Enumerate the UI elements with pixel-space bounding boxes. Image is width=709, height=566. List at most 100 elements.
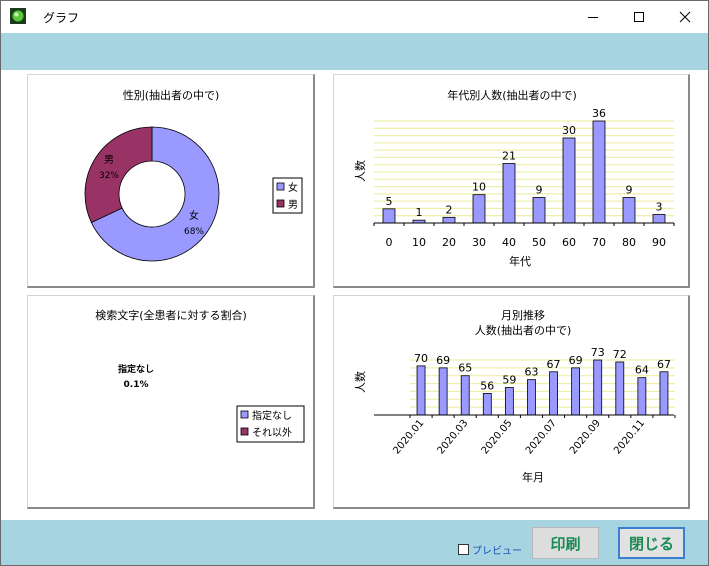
bar-2020.07 [549,371,558,416]
bar-2020.05 [504,387,514,416]
male-label: 男 [104,154,114,166]
preview-checkbox[interactable] [458,544,469,555]
bar-2020.12 [659,371,669,416]
female-pct: 68% [184,227,204,237]
bar-value-label: 5 [386,195,393,208]
bar-2020.10 [615,361,625,416]
x-tick-label: 70 [592,236,606,249]
monthly-title-line1: 月別推移 [501,308,545,322]
bar-value-label: 9 [626,184,633,197]
bar-value-label: 30 [562,124,576,137]
legend-swatch-male [276,199,285,208]
bar-2020.02 [438,367,448,416]
monthly-tick-label: 2020.11 [612,418,647,457]
minimize-button[interactable] [570,1,616,33]
x-tick-label: 50 [532,236,546,249]
age-chart-panel: 年代別人数(抽出者の中で) 5 0 1 10 2 20 10 30 21 40 9 50 30 60 36 7… [333,74,690,288]
x-tick-label: 0 [386,236,393,249]
gender-donut [84,126,220,262]
monthly-chart-panel: 月別推移 人数(抽出者の中で) 70 69 65 56 59 63 67 69 73 72 64 67… [333,295,690,509]
monthly-tick-label: 2020.07 [524,418,559,457]
search-label-pct: 0.1% [124,380,149,390]
close-button[interactable]: 閉じる [618,527,685,559]
gender-chart-panel: 性別(抽出者の中で) 男 32% 女 68% 女 男 [27,74,315,288]
monthly-tick-label: 2020.03 [435,418,470,457]
window-title: グラフ [43,11,80,25]
app-icon [10,8,26,24]
gender-legend: 女 男 [272,177,303,214]
x-tick-label: 40 [502,236,516,249]
close-window-button[interactable] [662,1,708,33]
search-chart: 検索文字(全患者に対する割合) 指定なし 0.1% 指定なし それ以外 [95,308,305,443]
bar-0 [382,208,396,224]
gender-chart-title: 性別(抽出者の中で) [123,88,220,102]
gender-chart: 性別(抽出者の中で) 男 32% 女 68% 女 男 [84,88,303,262]
bar-20 [442,216,456,224]
bar-value-label: 36 [592,107,606,120]
legend-swatch-other [240,427,249,436]
bar-80 [622,197,636,224]
top-band [1,33,708,70]
monthly-chart: 月別推移 人数(抽出者の中で) 70 69 65 56 59 63 67 69 73 72 64 67… [354,308,676,484]
print-button[interactable]: 印刷 [532,527,599,559]
x-tick-label: 20 [442,236,456,249]
x-tick-label: 90 [652,236,666,249]
close-icon [679,11,691,23]
bar-2020.04 [482,392,492,416]
bar-value-label: 21 [502,150,516,163]
bar-2020.06 [527,379,536,416]
bar-50 [532,197,546,224]
graph-window: グラフ 性別(抽出者の中で) 男 32% 女 68% 女 男 年代別人数(抽出者… [0,0,709,566]
bar-value-label: 67 [657,358,671,371]
legend-swatch-unspecified [240,410,249,419]
search-legend: 指定なし それ以外 [236,405,305,443]
x-tick-label: 30 [472,236,486,249]
bar-value-label: 63 [524,366,538,379]
age-xlabel: 年代 [509,254,531,268]
male-pct: 32% [99,171,119,181]
monthly-tick-label: 2020.01 [391,418,426,457]
legend-female: 女 [288,181,298,194]
bar-40 [502,163,516,224]
minimize-icon [588,17,598,18]
age-ylabel: 人数 [354,160,367,182]
bar-30 [472,194,486,224]
female-label: 女 [189,209,199,222]
legend-other: それ以外 [252,427,292,439]
age-chart-title: 年代別人数(抽出者の中で) [447,88,577,102]
bar-2020.01 [416,365,426,416]
bar-value-label: 72 [613,348,627,361]
bar-2020.03 [460,375,470,416]
title-bar: グラフ [1,1,708,33]
bar-value-label: 1 [416,206,423,219]
search-chart-panel: 検索文字(全患者に対する割合) 指定なし 0.1% 指定なし それ以外 [27,295,315,509]
monthly-title-line2: 人数(抽出者の中で) [475,323,572,337]
bar-90 [652,214,666,224]
bar-value-label: 69 [436,354,450,367]
maximize-icon [634,12,644,22]
bottom-band [1,520,708,565]
monthly-xlabel: 年月 [522,470,544,484]
bar-value-label: 2 [446,203,453,216]
x-tick-label: 60 [562,236,576,249]
monthly-ylabel: 人数 [354,371,367,393]
bar-value-label: 73 [591,346,605,359]
x-tick-label: 80 [622,236,636,249]
bar-60 [562,137,576,224]
preview-toggle[interactable]: プレビュー [458,542,522,557]
bar-value-label: 3 [656,201,663,214]
x-tick-label: 10 [412,236,426,249]
bar-value-label: 69 [569,354,583,367]
chart-area: 性別(抽出者の中で) 男 32% 女 68% 女 男 年代別人数(抽出者の中で) [1,70,708,520]
bar-value-label: 64 [635,364,649,377]
monthly-tick-label: 2020.09 [568,418,603,457]
bar-value-label: 10 [472,181,486,194]
bar-70 [592,120,606,224]
bar-value-label: 70 [414,352,428,365]
bar-value-label: 67 [547,358,561,371]
bar-value-label: 56 [480,379,494,392]
age-chart: 年代別人数(抽出者の中で) 50110220103021409503060367… [354,88,675,268]
legend-swatch-female [276,182,285,191]
maximize-button[interactable] [616,1,662,33]
legend-male: 男 [288,199,298,211]
